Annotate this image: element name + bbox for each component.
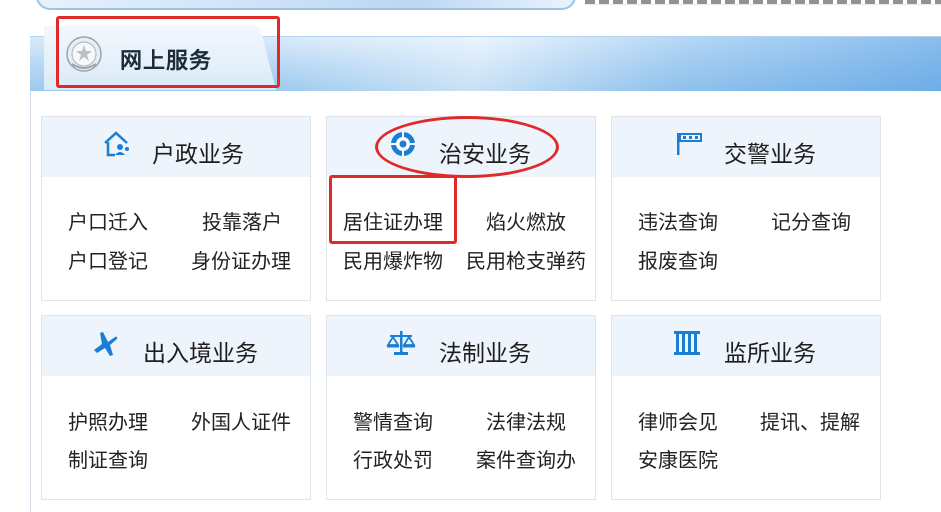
service-link[interactable]: 提讯、提解 (760, 406, 860, 435)
panel-detention: 监所业务 律师会见 提讯、提解 安康医院 (611, 315, 881, 500)
panel-exit-entry: 出入境业务 护照办理 外国人证件 制证查询 (41, 315, 311, 500)
panel-household: 户政业务 户口迁入 投靠落户 户口登记 身份证办理 (41, 116, 311, 301)
prison-bars-icon (674, 331, 700, 355)
service-link[interactable]: 户口登记 (68, 245, 148, 274)
panel-title: 监所业务 (724, 341, 816, 367)
service-link[interactable]: 民用爆炸物 (343, 245, 443, 274)
panel-header: 法制业务 (327, 316, 595, 376)
service-link[interactable]: 法律法规 (486, 406, 566, 435)
top-text-fragment (585, 0, 941, 5)
traffic-flag-icon (677, 133, 702, 155)
service-link[interactable]: 律师会见 (638, 406, 718, 435)
scales-icon (386, 331, 416, 355)
panel-title: 户政业务 (152, 142, 244, 168)
service-link[interactable]: 外国人证件 (191, 406, 291, 435)
annotation-rect-header (56, 16, 280, 88)
top-strip (0, 0, 941, 10)
annotation-rect-residence-permit (329, 175, 457, 244)
service-link[interactable]: 警情查询 (353, 406, 433, 435)
service-link[interactable]: 报废查询 (638, 245, 718, 274)
panel-header: 监所业务 (612, 316, 880, 376)
top-banner-fragment (36, 0, 576, 10)
left-border-line (30, 36, 31, 512)
service-link[interactable]: 投靠落户 (202, 206, 282, 235)
panel-title: 交警业务 (724, 142, 816, 168)
house-people-icon (104, 131, 129, 157)
service-link[interactable]: 违法查询 (638, 206, 718, 235)
service-link[interactable]: 焰火燃放 (486, 206, 566, 235)
service-link[interactable]: 身份证办理 (191, 245, 291, 274)
annotation-ellipse-public-security (375, 116, 559, 178)
service-link[interactable]: 制证查询 (68, 444, 148, 473)
service-link[interactable]: 安康医院 (638, 444, 718, 473)
panel-header: 户政业务 (42, 117, 310, 177)
airplane-icon (94, 332, 118, 356)
panel-title: 法制业务 (439, 341, 531, 367)
service-link[interactable]: 行政处罚 (353, 444, 433, 473)
panel-title: 出入境业务 (143, 341, 258, 367)
service-link[interactable]: 记分查询 (771, 206, 851, 235)
panel-legal: 法制业务 警情查询 法律法规 行政处罚 案件查询办 (326, 315, 596, 500)
header-swoosh (280, 37, 941, 91)
panel-header: 交警业务 (612, 117, 880, 177)
service-link[interactable]: 案件查询办 (476, 444, 576, 473)
service-link[interactable]: 护照办理 (68, 406, 148, 435)
service-link[interactable]: 民用枪支弹药 (466, 245, 586, 274)
service-link[interactable]: 户口迁入 (68, 206, 148, 235)
panel-traffic-police: 交警业务 违法查询 记分查询 报废查询 (611, 116, 881, 301)
panel-header: 出入境业务 (42, 316, 310, 376)
